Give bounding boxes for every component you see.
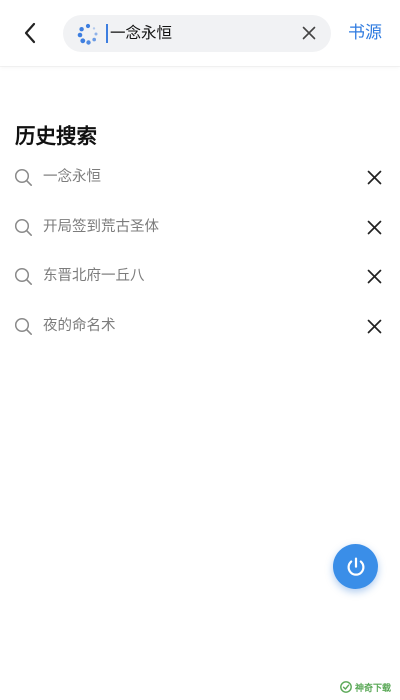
search-icon <box>14 267 32 285</box>
history-title: 历史搜索 <box>15 124 97 148</box>
close-icon[interactable] <box>366 169 383 186</box>
text-cursor <box>106 24 108 43</box>
book-source-button[interactable]: 书源 <box>348 23 382 44</box>
power-fab-button[interactable] <box>333 544 378 589</box>
list-item[interactable]: 夜的命名术 <box>0 301 400 351</box>
close-icon[interactable] <box>366 268 383 285</box>
history-list: 一念永恒 开局签到荒古圣体 东晋北府一丘八 夜的命名术 <box>0 152 400 350</box>
history-item-label: 夜的命名术 <box>43 317 116 334</box>
search-box[interactable]: 一念永恒 <box>63 15 331 52</box>
history-item-label: 开局签到荒古圣体 <box>43 218 159 235</box>
search-icon <box>14 317 32 335</box>
history-item-label: 一念永恒 <box>43 169 101 185</box>
close-icon[interactable] <box>301 25 317 41</box>
search-icon <box>14 168 32 186</box>
watermark-text: 神奇下载 <box>355 683 392 694</box>
search-input[interactable]: 一念永恒 <box>110 23 172 44</box>
watermark: 神奇下载 <box>340 680 391 694</box>
power-icon <box>347 557 364 576</box>
history-item-label: 东晋北府一丘八 <box>43 268 145 284</box>
close-icon[interactable] <box>366 318 383 335</box>
watermark-logo-icon <box>340 681 352 693</box>
top-bar: 一念永恒 书源 <box>0 0 400 66</box>
list-item[interactable]: 开局签到荒古圣体 <box>0 202 400 252</box>
loading-spinner-icon <box>77 23 98 45</box>
list-item[interactable]: 东晋北府一丘八 <box>0 251 400 301</box>
search-icon <box>14 218 32 236</box>
list-item[interactable]: 一念永恒 <box>0 152 400 202</box>
close-icon[interactable] <box>366 219 383 236</box>
chevron-left-icon <box>24 22 36 44</box>
back-button[interactable] <box>14 16 46 50</box>
